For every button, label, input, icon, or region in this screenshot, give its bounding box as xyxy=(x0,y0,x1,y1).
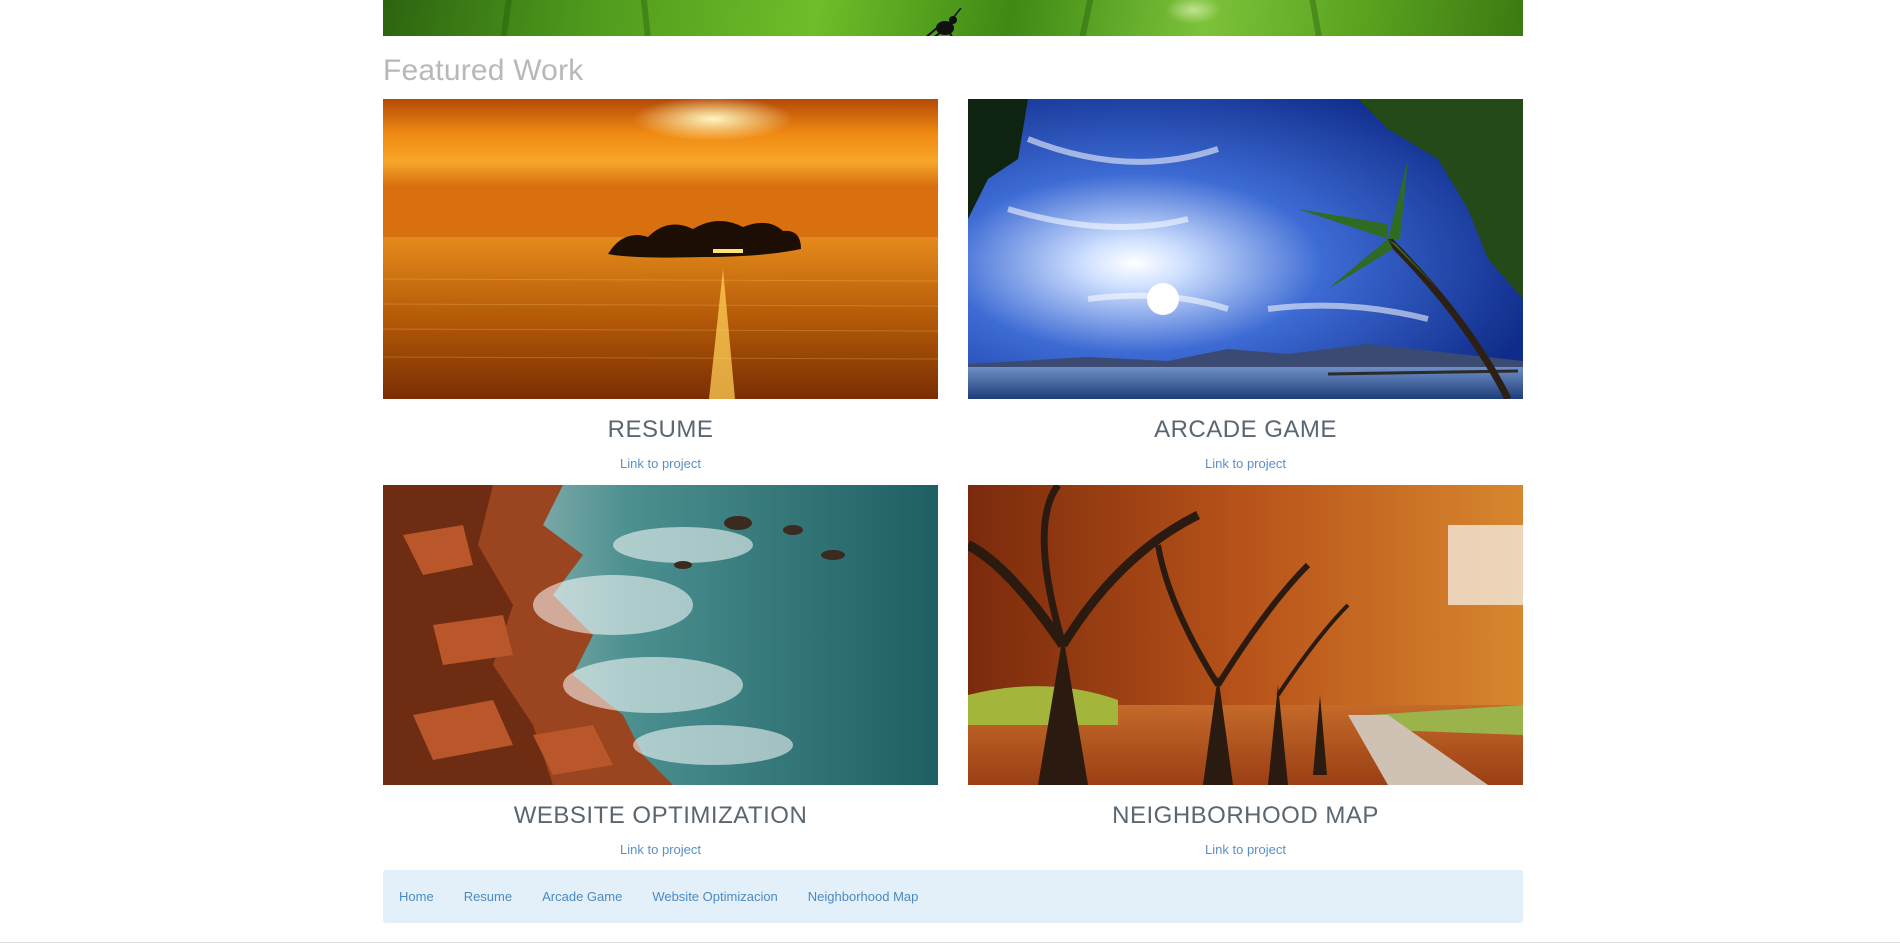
page: Featured Work RESUME Link to project ARC… xyxy=(0,0,1900,944)
section-title: Featured Work xyxy=(383,54,584,87)
nav-link-neighborhood-map[interactable]: Neighborhood Map xyxy=(793,870,934,923)
sunset-island-photo xyxy=(383,99,938,399)
footer-navbar: Home Resume Arcade Game Website Optimiza… xyxy=(383,870,1523,923)
project-title: NEIGHBORHOOD MAP xyxy=(1112,802,1379,829)
project-link-neighborhood-map[interactable]: Link to project xyxy=(968,842,1523,857)
nav-link-website-optimizacion[interactable]: Website Optimizacion xyxy=(637,870,792,923)
project-card-neighborhood-map: NEIGHBORHOOD MAP Link to project xyxy=(968,485,1523,871)
nav-link-home[interactable]: Home xyxy=(383,870,449,923)
project-link-website-optimization[interactable]: Link to project xyxy=(383,842,938,857)
page-bottom-divider xyxy=(0,942,1900,943)
project-title: RESUME xyxy=(607,416,714,443)
insect-silhouette xyxy=(925,8,962,36)
project-title: ARCADE GAME xyxy=(1154,416,1337,443)
project-card-resume: RESUME Link to project xyxy=(383,99,938,485)
rocky-coast-sea-photo xyxy=(383,485,938,785)
nav-link-arcade-game[interactable]: Arcade Game xyxy=(527,870,637,923)
autumn-tree-avenue-photo xyxy=(968,485,1523,785)
project-link-arcade-game[interactable]: Link to project xyxy=(968,456,1523,471)
palm-beach-sky-photo xyxy=(968,99,1523,399)
project-title: WEBSITE OPTIMIZATION xyxy=(513,802,808,829)
nav-link-resume[interactable]: Resume xyxy=(449,870,527,923)
header-banner-image xyxy=(383,0,1523,36)
project-card-arcade-game: ARCADE GAME Link to project xyxy=(968,99,1523,485)
project-link-resume[interactable]: Link to project xyxy=(383,456,938,471)
project-card-website-optimization: WEBSITE OPTIMIZATION Link to project xyxy=(383,485,938,871)
